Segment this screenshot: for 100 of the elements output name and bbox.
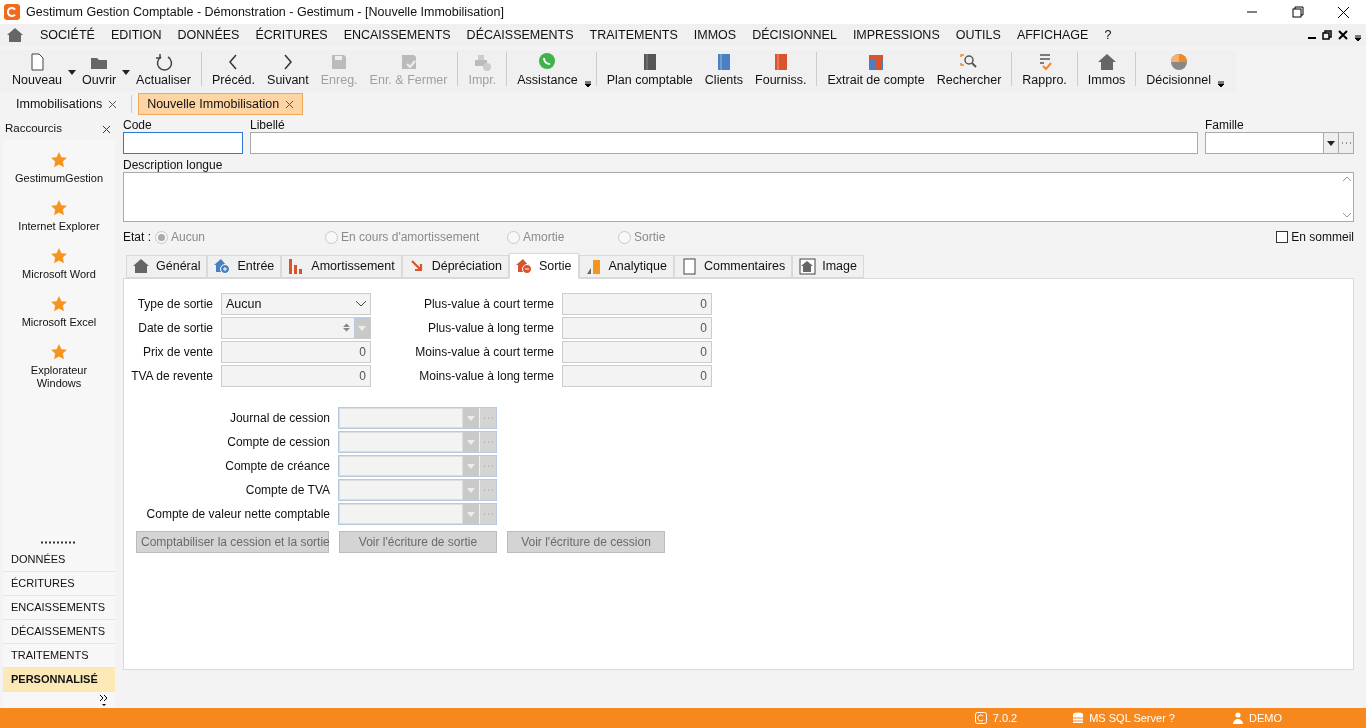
caret-icon [1327,140,1335,146]
picture-icon [799,258,817,275]
house-plus-icon [214,258,232,275]
field-label: Description longue [123,158,224,172]
toolbar-button[interactable]: Fourniss. [749,52,813,88]
family-combobox[interactable] [1205,132,1354,154]
tab[interactable]: Entrée [207,255,282,278]
caret-icon [467,439,475,445]
spin-up-icon [342,323,350,328]
menu-item[interactable]: DONNÉES [169,25,248,45]
toolbar-button[interactable]: Assistance [511,52,584,88]
house-minus-icon [515,257,533,275]
server-text: MS SQL Server ? [1089,710,1175,726]
tab[interactable]: Amortissement [281,255,402,278]
account-combobox[interactable] [338,431,497,453]
nav-item[interactable]: ÉCRITURES [3,572,115,596]
panel-title: Raccourcis [5,121,62,137]
menu-item[interactable]: AFFICHAGE [1008,25,1097,45]
star-icon [51,296,67,312]
account-combobox[interactable] [338,407,497,429]
field-label: Date de sortie [137,320,213,337]
tab[interactable]: Commentaires [673,255,793,278]
shortcut-item[interactable]: Microsoft Word [9,248,109,281]
field-label: TVA de revente [130,368,213,385]
toolbar-button[interactable]: Rappro. [1016,52,1073,88]
nav-item[interactable]: DÉCAISSEMENTS [3,620,115,644]
grip-icon [41,541,77,544]
caret-icon [467,415,475,421]
number-field[interactable]: 0 [221,341,371,363]
date-field[interactable] [221,317,371,339]
shortcut-item[interactable]: GestimumGestion [9,152,109,185]
overflow-icon [1354,34,1362,42]
checkbox-option[interactable]: En sommeil [1276,228,1354,246]
menu-item[interactable]: ? [1096,25,1120,45]
menu-item[interactable]: IMPRESSIONS [844,25,948,45]
scroll-down-icon [1343,213,1351,218]
house-icon [133,258,150,275]
toolbar-button[interactable]: Plan comptable [600,52,699,88]
tab[interactable]: Image [792,255,864,278]
user-text: DEMO [1249,710,1282,726]
star-icon [51,248,67,264]
toolbar-button[interactable]: Ouvrir [76,52,123,88]
dropdown-field[interactable]: Aucun [221,293,371,315]
tab[interactable]: Analytique [578,255,674,278]
overflow-icon [1216,80,1225,88]
shortcut-item[interactable]: Explorateur Windows [9,344,109,390]
chevron-double-icon [99,694,109,706]
account-combobox[interactable] [338,503,497,525]
label-field[interactable] [250,132,1198,154]
close-icon [101,124,111,134]
number-field[interactable]: 0 [562,341,712,363]
number-field[interactable]: 0 [562,293,712,315]
description-field[interactable] [123,172,1354,222]
mdi-minimize-icon [1308,37,1316,39]
caret-icon [467,511,475,517]
toolbar-button[interactable]: Actualiser [130,52,197,88]
database-icon [1073,712,1084,724]
menu-item[interactable]: DÉCAISSEMENTS [458,25,582,45]
toolbar-button[interactable]: Décisionnel [1140,52,1217,88]
document-tab[interactable]: Immobilisations [8,93,126,115]
menu-item[interactable]: SOCIÉTÉ [32,25,103,45]
code-field[interactable] [123,132,243,154]
nav-item[interactable]: PERSONNALISÉ [3,668,115,692]
caret-icon [467,487,475,493]
menu-item[interactable]: ENCAISSEMENTS [335,25,459,45]
toolbar-button[interactable]: Rechercher [930,52,1008,88]
toolbar-button[interactable]: Extrait de compte [821,52,931,88]
field-label: Etat : [123,229,151,246]
menu-item[interactable]: TRAITEMENTS [581,25,686,45]
field-label: Libellé [250,118,286,132]
toolbar-button[interactable]: Précéd. [205,52,262,88]
toolbar-button[interactable]: Suivant [261,52,315,88]
menu-item[interactable]: ÉCRITURES [247,25,336,45]
shortcut-item[interactable]: Microsoft Excel [9,296,109,329]
star-icon [51,344,67,360]
tab[interactable]: Sortie [508,253,579,279]
nav-item[interactable]: ENCAISSEMENTS [3,596,115,620]
toolbar-button[interactable]: Immos [1081,52,1132,88]
number-field[interactable]: 0 [221,365,371,387]
app-logo-icon [974,712,987,724]
tab[interactable]: Général [126,255,208,278]
toolbar-button[interactable]: Nouveau [6,52,69,88]
number-field[interactable]: 0 [562,317,712,339]
caret-icon [358,325,366,331]
menu-item[interactable]: EDITION [102,25,170,45]
account-combobox[interactable] [338,479,497,501]
menu-item[interactable]: DÉCISIONNEL [744,25,845,45]
document-tab[interactable]: Nouvelle Immobilisation [138,93,304,115]
shortcut-item[interactable]: Internet Explorer [9,200,109,233]
field-label: Compte de TVA [244,482,330,499]
tab[interactable]: Dépréciation [401,255,509,278]
field-label: Plus-value à court terme [422,296,554,313]
nav-item[interactable]: DONNÉES [3,548,115,572]
toolbar-button[interactable]: Clients [698,52,750,88]
menu-item[interactable]: OUTILS [947,25,1009,45]
window-title: Gestimum Gestion Comptable - Démonstration - Gestimum - [Nouvelle Immobilisation] [26,3,504,21]
field-label: Plus-value à long terme [426,320,554,337]
number-field[interactable]: 0 [562,365,712,387]
menu-item[interactable]: IMMOS [685,25,745,45]
account-combobox[interactable] [338,455,497,477]
